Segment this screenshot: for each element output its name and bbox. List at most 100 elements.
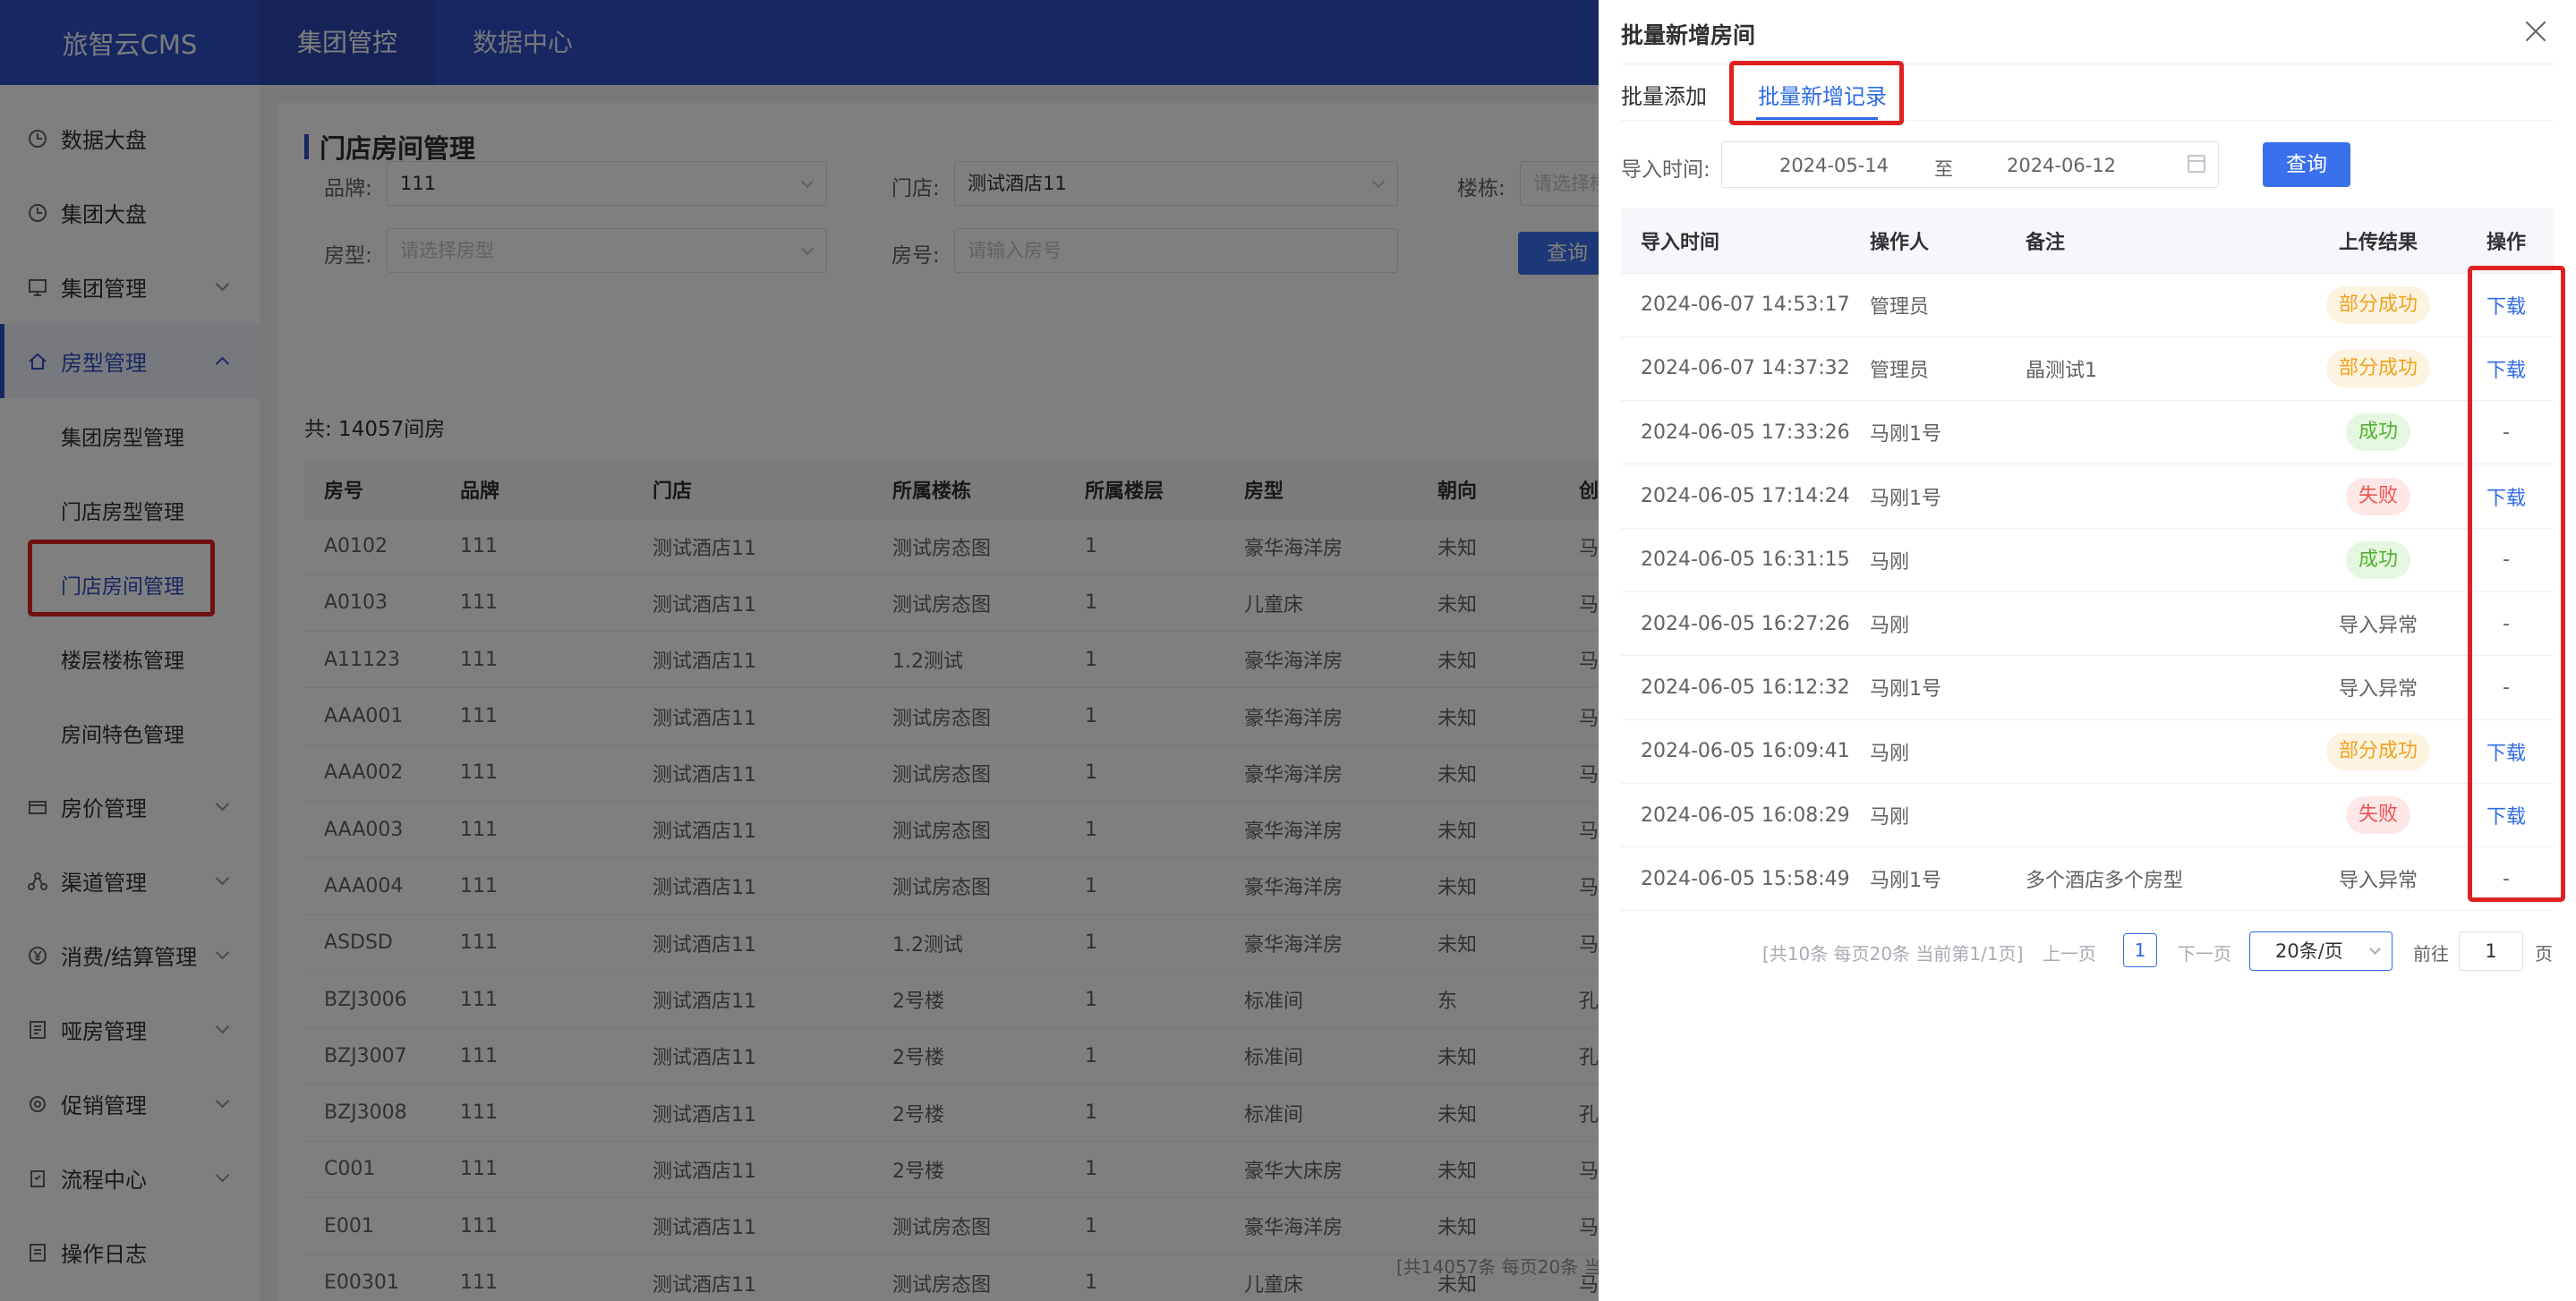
record-result-cell: 成功 [2298,528,2459,592]
record-operator: 马刚 [1850,528,2006,592]
record-operator: 管理员 [1850,273,2006,337]
table-row: 2024-06-05 16:08:29 马刚 失败 下载 [1621,783,2554,848]
record-note [2006,783,2298,848]
batch-add-drawer: 批量新增房间 批量添加 批量新增记录 导入时间: 2024-05-14 至 20… [1599,0,2576,1301]
table-header-row: 导入时间 操作人 备注 上传结果 操作 [1621,208,2554,274]
col-note: 备注 [2006,208,2298,274]
col-upload-result: 上传结果 [2298,208,2459,274]
page-size-select[interactable]: 20条/页 [2249,931,2393,971]
table-row: 2024-06-05 16:31:15 马刚 成功 - [1621,528,2554,592]
date-start[interactable]: 2024-05-14 [1779,155,1889,176]
divider [1621,120,2554,121]
page-size-value: 20条/页 [2275,940,2343,962]
record-time: 2024-06-07 14:53:17 [1621,273,1850,337]
pager-prev[interactable]: 上一页 [2043,940,2096,965]
status-badge: 失败 [2345,477,2410,515]
tab-batch-add[interactable]: 批量添加 [1621,79,1707,110]
record-operator: 马刚1号 [1850,463,2006,529]
download-link[interactable]: 下载 [2486,296,2526,319]
col-operator: 操作人 [1850,208,2006,274]
pager-page-1[interactable]: 1 [2123,933,2157,967]
status-badge: 失败 [2345,796,2410,835]
status-badge: 部分成功 [2325,349,2430,387]
record-note: 晶测试1 [2006,336,2298,402]
record-action-cell: 下载 [2459,336,2554,402]
record-note [2006,463,2298,529]
record-result-cell: 成功 [2298,400,2459,465]
record-action-cell: 下载 [2459,719,2554,784]
download-link[interactable]: 下载 [2486,360,2526,382]
download-link[interactable]: 下载 [2486,488,2526,510]
record-action-cell: 下载 [2459,783,2554,848]
calendar-icon [2188,155,2205,173]
record-time: 2024-06-05 16:09:41 [1621,719,1850,784]
drawer-title: 批量新增房间 [1621,22,1756,48]
chevron-down-icon [2369,943,2381,955]
record-time: 2024-06-05 16:12:32 [1621,655,1850,720]
no-action-text: - [2503,612,2510,635]
table-row: 2024-06-07 14:53:17 管理员 部分成功 下载 [1621,273,2554,337]
goto-unit: 页 [2535,943,2553,965]
record-action-cell: - [2459,846,2554,912]
tab-batch-record[interactable]: 批量新增记录 [1758,79,1887,110]
record-note [2006,591,2298,657]
record-note [2006,273,2298,337]
close-icon[interactable] [2522,18,2549,45]
table-row: 2024-06-05 17:14:24 马刚1号 失败 下载 [1621,463,2554,529]
record-note [2006,400,2298,465]
record-action-cell: 下载 [2459,463,2554,529]
pager-summary: [共10条 每页20条 当前第1/1页] [1762,943,2024,965]
table-row: 2024-06-05 16:09:41 马刚 部分成功 下载 [1621,719,2554,784]
pager-next[interactable]: 下一页 [2178,940,2231,965]
col-import-time: 导入时间 [1621,208,1850,274]
status-badge: 导入异常 [2338,870,2418,893]
status-badge: 成功 [2345,413,2410,452]
table-row: 2024-06-05 16:27:26 马刚 导入异常 - [1621,591,2554,657]
record-action-cell: 下载 [2459,273,2554,337]
download-link[interactable]: 下载 [2486,743,2526,765]
record-time: 2024-06-07 14:37:32 [1621,336,1850,402]
record-result-cell: 导入异常 [2298,846,2459,912]
record-result-cell: 导入异常 [2298,591,2459,657]
record-result-cell: 部分成功 [2298,273,2459,337]
goto-page-input[interactable]: 1 [2459,931,2523,971]
record-time: 2024-06-05 17:14:24 [1621,463,1850,529]
record-result-cell: 导入异常 [2298,655,2459,720]
no-action-text: - [2503,421,2510,444]
import-time-label: 导入时间: [1621,158,1710,182]
record-result-cell: 部分成功 [2298,336,2459,402]
status-badge: 成功 [2345,540,2410,579]
record-time: 2024-06-05 15:58:49 [1621,846,1850,912]
import-record-table: 导入时间 操作人 备注 上传结果 操作 2024-06-07 14:53:17 管… [1621,208,2554,912]
modal-mask[interactable] [0,0,1599,1301]
date-end[interactable]: 2024-06-12 [2007,155,2116,176]
record-operator: 马刚 [1850,719,2006,784]
record-action-cell: - [2459,528,2554,592]
record-note [2006,719,2298,784]
record-pagination: [共10条 每页20条 当前第1/1页] 上一页 1 下一页 20条/页 前往 … [1599,931,2576,971]
record-time: 2024-06-05 16:08:29 [1621,783,1850,848]
record-operator: 马刚1号 [1850,655,2006,720]
no-action-text: - [2503,867,2510,890]
record-result-cell: 失败 [2298,783,2459,848]
table-row: 2024-06-07 14:37:32 管理员 晶测试1 部分成功 下载 [1621,336,2554,402]
record-action-cell: - [2459,591,2554,657]
record-query-button[interactable]: 查询 [2263,142,2350,187]
record-time: 2024-06-05 16:31:15 [1621,528,1850,592]
status-badge: 导入异常 [2338,678,2418,702]
record-time: 2024-06-05 16:27:26 [1621,591,1850,657]
record-operator: 马刚1号 [1850,400,2006,465]
record-action-cell: - [2459,655,2554,720]
record-action-cell: - [2459,400,2554,465]
download-link[interactable]: 下载 [2486,806,2526,829]
no-action-text: - [2503,548,2510,572]
record-operator: 马刚1号 [1850,846,2006,912]
record-operator: 马刚 [1850,783,2006,848]
date-separator: 至 [1934,158,1953,180]
no-action-text: - [2503,676,2510,699]
record-result-cell: 失败 [2298,463,2459,529]
date-range-picker[interactable]: 2024-05-14 至 2024-06-12 [1721,141,2219,188]
record-note [2006,655,2298,720]
table-row: 2024-06-05 17:33:26 马刚1号 成功 - [1621,400,2554,465]
table-row: 2024-06-05 16:12:32 马刚1号 导入异常 - [1621,655,2554,720]
